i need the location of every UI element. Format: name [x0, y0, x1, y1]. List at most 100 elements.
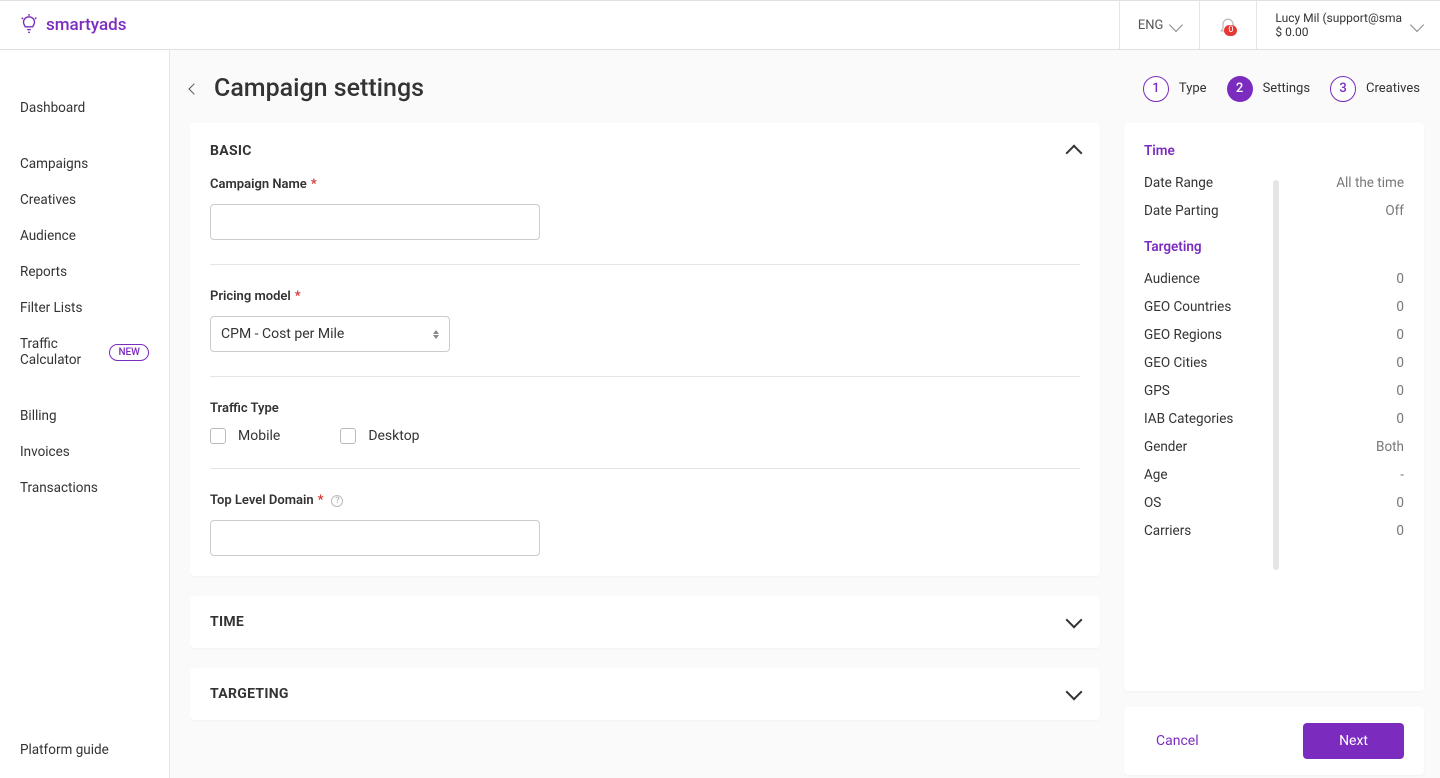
- checkbox-label: Mobile: [238, 428, 280, 444]
- chevron-down-icon: [1410, 18, 1424, 32]
- sidebar-item-filterlists[interactable]: Filter Lists: [0, 290, 169, 326]
- right-column: Time Date Range All the time Date Partin…: [1124, 123, 1440, 775]
- required-mark: *: [318, 493, 324, 508]
- language-value: ENG: [1138, 18, 1164, 33]
- sidebar-item-label: Creatives: [20, 192, 76, 208]
- step-number: 2: [1227, 76, 1253, 102]
- summary-value: 0: [1396, 495, 1404, 511]
- summary-value: 0: [1396, 411, 1404, 427]
- step-type[interactable]: 1 Type: [1143, 76, 1207, 102]
- traffic-desktop-checkbox[interactable]: Desktop: [340, 428, 419, 444]
- sidebar-item-label: Audience: [20, 228, 76, 244]
- action-card: Cancel Next: [1124, 707, 1424, 775]
- summary-value: 0: [1396, 383, 1404, 399]
- summary-value: 0: [1396, 271, 1404, 287]
- language-selector[interactable]: ENG: [1119, 1, 1200, 49]
- summary-value: 0: [1396, 523, 1404, 539]
- checkbox-label: Desktop: [368, 428, 419, 444]
- sidebar-item-trafficcalculator[interactable]: Traffic Calculator NEW: [0, 326, 169, 378]
- summary-label: Carriers: [1144, 523, 1191, 539]
- card-time-header[interactable]: TIME: [210, 614, 1080, 630]
- sidebar-item-billing[interactable]: Billing: [0, 398, 169, 434]
- step-creatives[interactable]: 3 Creatives: [1330, 76, 1420, 102]
- sidebar-item-label: Campaigns: [20, 156, 88, 172]
- select-arrows-icon: [433, 330, 439, 339]
- card-basic: BASIC Campaign Name *: [190, 123, 1100, 576]
- campaign-name-input[interactable]: [210, 204, 540, 240]
- traffic-type-label: Traffic Type: [210, 401, 1080, 416]
- card-time: TIME: [190, 596, 1100, 648]
- chevron-down-icon: [1066, 684, 1083, 701]
- summary-label: GPS: [1144, 383, 1170, 399]
- summary-value: 0: [1396, 299, 1404, 315]
- sidebar-item-transactions[interactable]: Transactions: [0, 470, 169, 506]
- summary-value: Off: [1385, 203, 1404, 219]
- chevron-down-icon: [1169, 18, 1183, 32]
- checkbox-box: [210, 428, 226, 444]
- info-icon[interactable]: ?: [331, 495, 343, 507]
- summary-label: GEO Regions: [1144, 327, 1222, 343]
- card-targeting-header[interactable]: TARGETING: [210, 686, 1080, 702]
- summary-label: Age: [1144, 467, 1168, 483]
- label-text: Campaign Name: [210, 177, 307, 192]
- new-badge: NEW: [109, 344, 149, 361]
- label-text: Pricing model: [210, 289, 291, 304]
- topbar: smartyads ENG 0 Lucy Mil (support@sma $ …: [0, 0, 1440, 50]
- sidebar-item-label: Reports: [20, 264, 67, 280]
- pricing-model-label: Pricing model *: [210, 289, 1080, 304]
- sidebar-item-label: Platform guide: [20, 742, 109, 758]
- next-button[interactable]: Next: [1303, 723, 1404, 759]
- summary-value: 0: [1396, 327, 1404, 343]
- form-column: BASIC Campaign Name *: [190, 123, 1106, 775]
- sidebar-item-audience[interactable]: Audience: [0, 218, 169, 254]
- notifications-button[interactable]: 0: [1199, 1, 1256, 49]
- user-menu[interactable]: Lucy Mil (support@sma $ 0.00: [1256, 1, 1440, 49]
- cancel-button[interactable]: Cancel: [1144, 725, 1211, 757]
- step-number: 3: [1330, 76, 1356, 102]
- traffic-mobile-checkbox[interactable]: Mobile: [210, 428, 280, 444]
- scrollbar[interactable]: [1273, 180, 1279, 570]
- sidebar-item-dashboard[interactable]: Dashboard: [0, 90, 169, 126]
- chevron-down-icon: [1066, 612, 1083, 629]
- brand-text: smartyads: [46, 15, 127, 35]
- step-label: Creatives: [1366, 81, 1420, 96]
- tld-label: Top Level Domain * ?: [210, 493, 1080, 508]
- step-number: 1: [1143, 76, 1169, 102]
- summary-value: Both: [1376, 439, 1404, 455]
- main-content: Campaign settings 1 Type 2 Settings 3 Cr…: [170, 50, 1440, 778]
- page-title: Campaign settings: [214, 74, 424, 103]
- label-text: Top Level Domain: [210, 493, 314, 508]
- wizard-steps: 1 Type 2 Settings 3 Creatives: [1143, 76, 1420, 102]
- lightbulb-icon: [18, 14, 40, 36]
- brand-logo[interactable]: smartyads: [18, 14, 127, 36]
- sidebar-item-reports[interactable]: Reports: [0, 254, 169, 290]
- tld-input[interactable]: [210, 520, 540, 556]
- sidebar-item-label: Dashboard: [20, 100, 85, 116]
- summary-time-header: Time: [1144, 143, 1404, 159]
- sidebar-item-platformguide[interactable]: Platform guide: [0, 732, 169, 778]
- card-title: TIME: [210, 614, 244, 630]
- pricing-model-select[interactable]: CPM - Cost per Mile: [210, 316, 450, 352]
- sidebar-item-label: Invoices: [20, 444, 70, 460]
- step-label: Settings: [1263, 81, 1310, 96]
- summary-label: IAB Categories: [1144, 411, 1233, 427]
- card-basic-header[interactable]: BASIC: [210, 143, 1080, 159]
- summary-label: Date Parting: [1144, 203, 1219, 219]
- page-header: Campaign settings 1 Type 2 Settings 3 Cr…: [170, 50, 1440, 123]
- user-balance: $ 0.00: [1275, 25, 1402, 39]
- card-title: TARGETING: [210, 686, 289, 702]
- sidebar-item-invoices[interactable]: Invoices: [0, 434, 169, 470]
- summary-label: Date Range: [1144, 175, 1213, 191]
- required-mark: *: [311, 177, 317, 192]
- select-value: CPM - Cost per Mile: [221, 326, 344, 342]
- checkbox-box: [340, 428, 356, 444]
- summary-label: Gender: [1144, 439, 1187, 455]
- sidebar-item-creatives[interactable]: Creatives: [0, 182, 169, 218]
- sidebar-item-label: Billing: [20, 408, 57, 424]
- required-mark: *: [295, 289, 301, 304]
- summary-value: All the time: [1336, 175, 1404, 191]
- sidebar-item-campaigns[interactable]: Campaigns: [0, 146, 169, 182]
- sidebar-item-label: Traffic Calculator: [20, 336, 101, 368]
- back-button[interactable]: [188, 83, 199, 94]
- step-settings[interactable]: 2 Settings: [1227, 76, 1310, 102]
